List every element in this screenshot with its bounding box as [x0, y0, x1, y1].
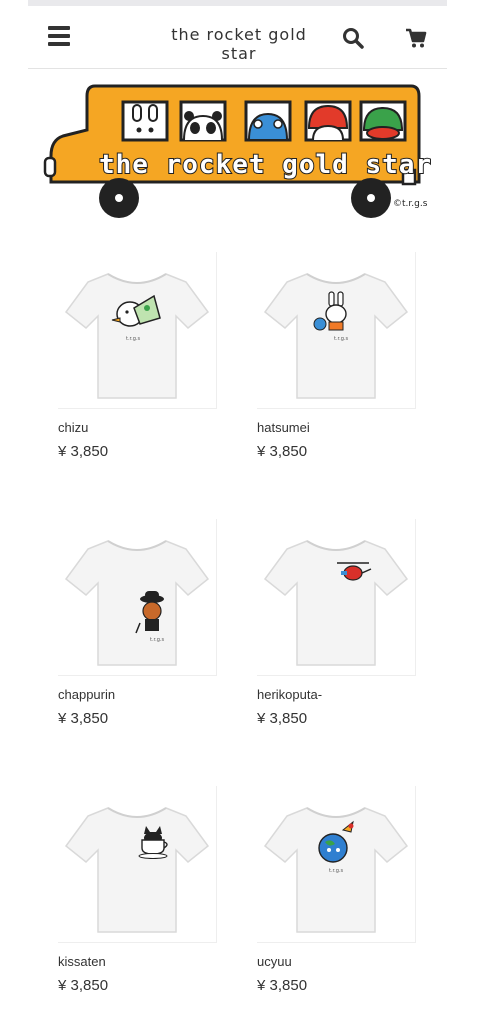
product-name[interactable]: hatsumei [257, 420, 310, 435]
tshirt-image: t.r.g.s [64, 273, 210, 399]
search-icon[interactable] [341, 26, 365, 50]
tshirt-image [64, 807, 210, 933]
hamburger-menu-icon[interactable] [48, 26, 70, 46]
product-image[interactable]: t.r.g.s [257, 252, 416, 409]
product-image[interactable] [58, 786, 217, 943]
product-name[interactable]: herikoputa- [257, 687, 322, 702]
svg-text:t.r.g.s: t.r.g.s [334, 336, 348, 342]
banner-copyright: ©t.r.g.s [393, 199, 428, 209]
svg-text:t.r.g.s: t.r.g.s [329, 868, 343, 874]
product-price: ¥ 3,850 [58, 710, 109, 727]
product-price: ¥ 3,850 [257, 977, 308, 994]
site-header: the rocket gold star [28, 6, 447, 69]
store-banner[interactable]: the rocket gold star ©t.r.g.s [43, 78, 435, 224]
svg-text:t.r.g.s: t.r.g.s [126, 336, 140, 342]
product-price: ¥ 3,850 [257, 443, 308, 460]
product-price: ¥ 3,850 [58, 443, 109, 460]
store-name[interactable]: the rocket gold star [152, 25, 326, 63]
svg-text:t.r.g.s: t.r.g.s [150, 637, 164, 643]
tshirt-image: t.r.g.s [263, 273, 409, 399]
product-name[interactable]: chappurin [58, 687, 115, 702]
product-name[interactable]: ucyuu [257, 954, 292, 969]
tshirt-image [263, 540, 409, 666]
product-price: ¥ 3,850 [257, 710, 308, 727]
tshirt-image: t.r.g.s [64, 540, 210, 666]
product-image[interactable] [257, 519, 416, 676]
tshirt-image: t.r.g.s [263, 807, 409, 933]
banner-logo-text: the rocket gold star [99, 150, 432, 180]
shopping-cart-icon[interactable] [404, 26, 428, 50]
product-image[interactable]: t.r.g.s [58, 252, 217, 409]
product-price: ¥ 3,850 [58, 977, 109, 994]
product-image[interactable]: t.r.g.s [257, 786, 416, 943]
product-name[interactable]: chizu [58, 420, 88, 435]
product-image[interactable]: t.r.g.s [58, 519, 217, 676]
product-name[interactable]: kissaten [58, 954, 106, 969]
